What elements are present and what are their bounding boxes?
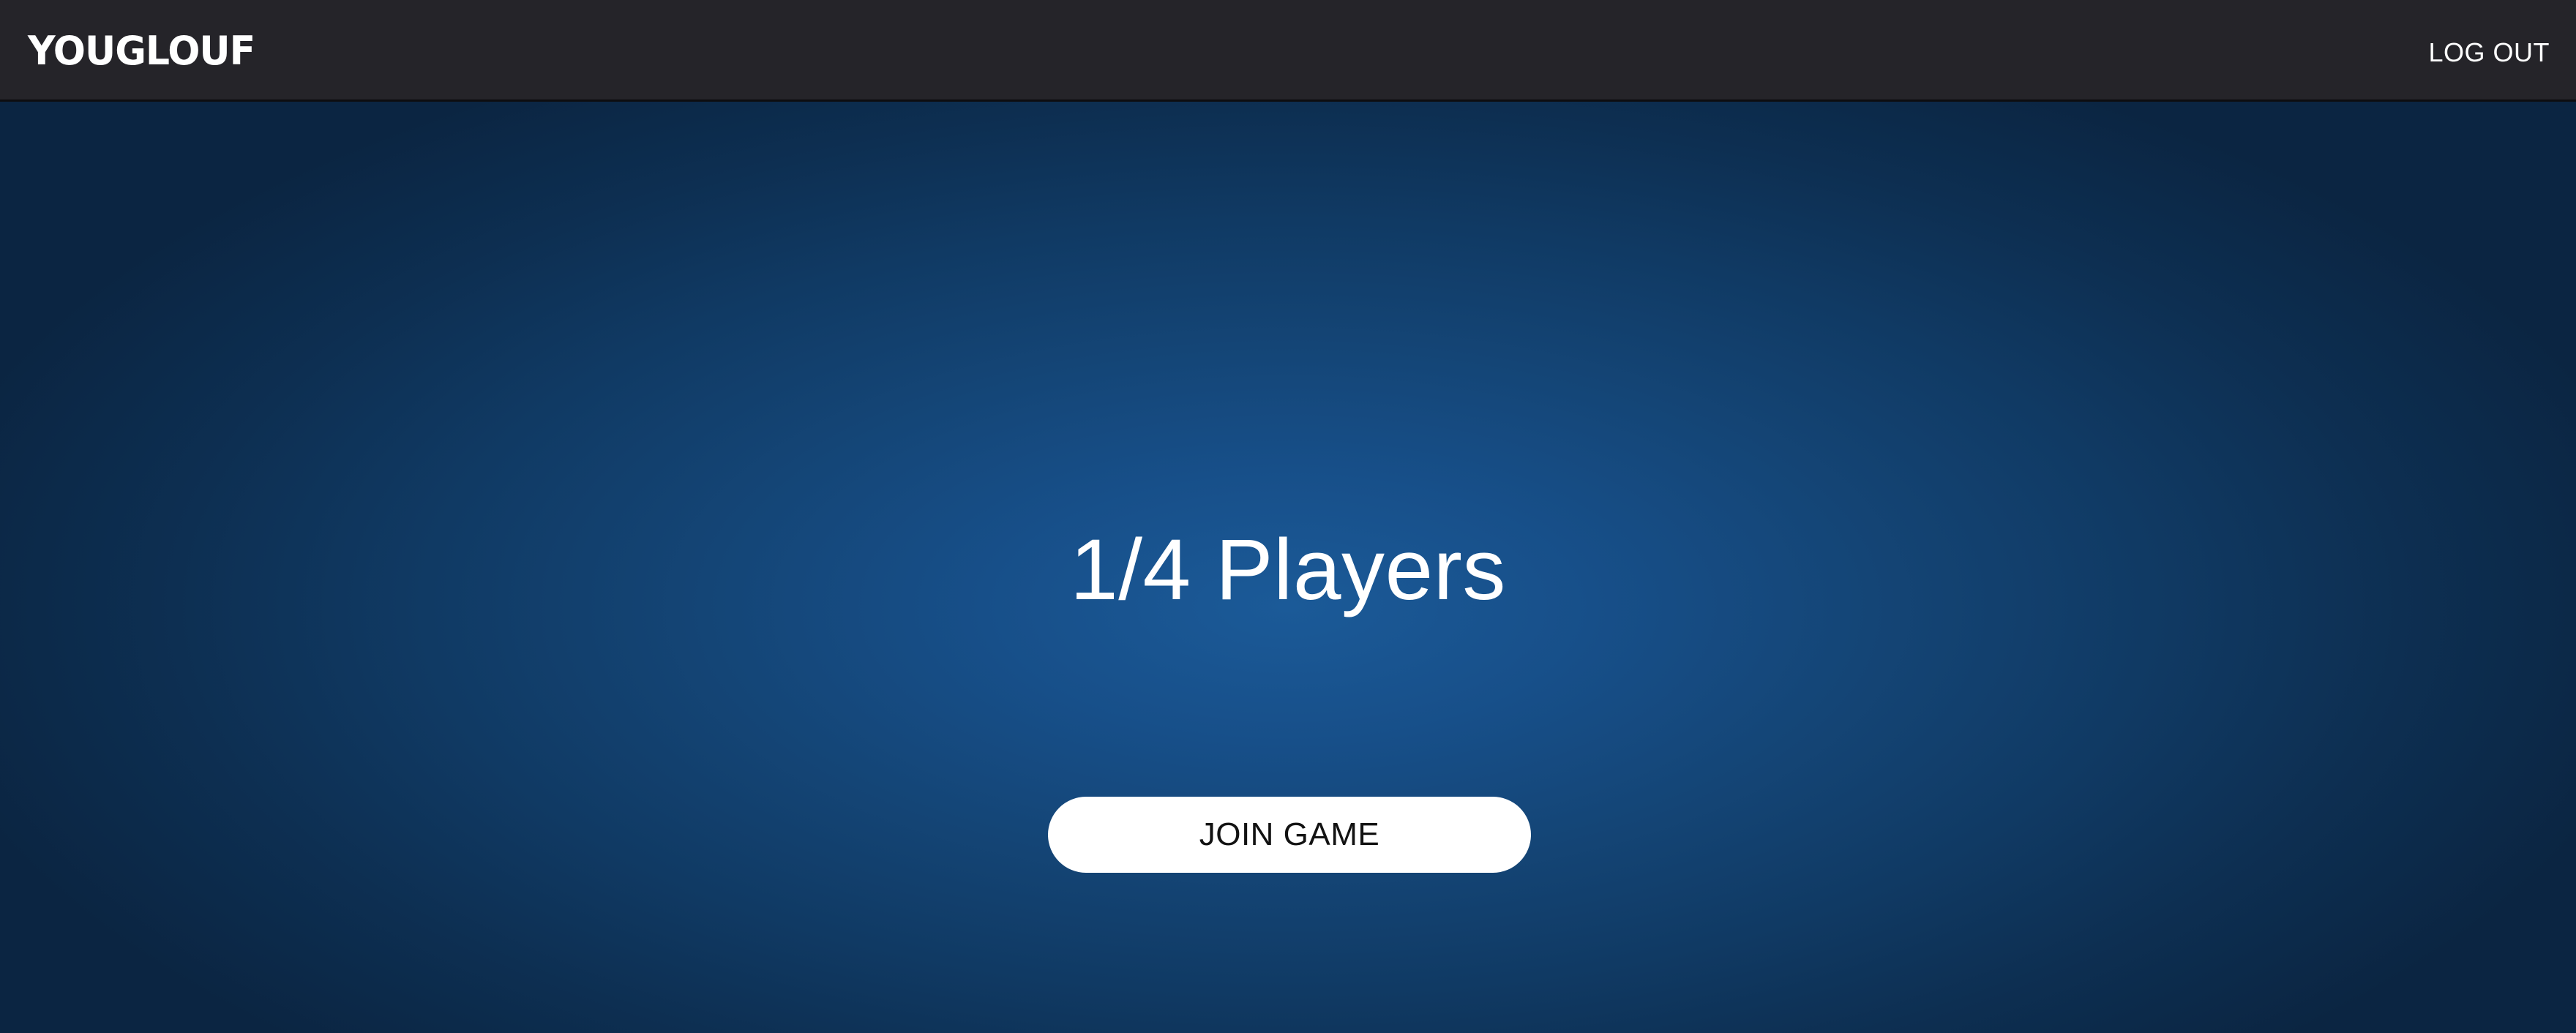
logout-button[interactable]: LOG OUT	[2428, 31, 2550, 75]
join-game-button[interactable]: JOIN GAME	[1048, 797, 1531, 873]
top-navbar: YOUGLOUF LOG OUT	[0, 0, 2576, 102]
lobby-stage: 1/4 Players JOIN GAME	[0, 102, 2576, 1033]
app-logo[interactable]: YOUGLOUF	[28, 23, 255, 79]
players-count-heading: 1/4 Players	[1070, 522, 1506, 618]
